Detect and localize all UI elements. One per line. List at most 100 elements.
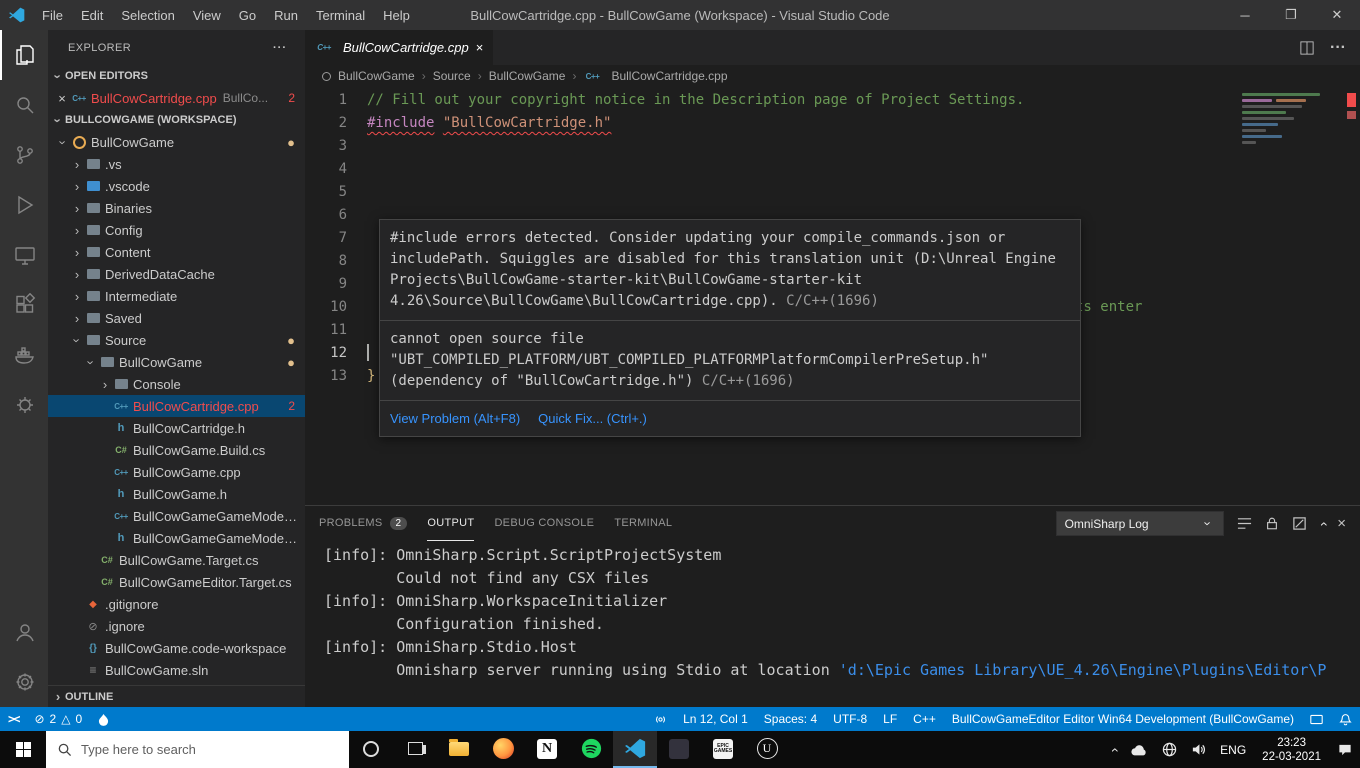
start-button[interactable] (0, 731, 46, 768)
firefox-button[interactable] (481, 731, 525, 768)
notifications-button[interactable] (1331, 707, 1360, 731)
notion-button[interactable]: N (525, 731, 569, 768)
tree-item-root[interactable]: ›BullCowGame● (48, 131, 305, 153)
lock-icon[interactable] (1265, 516, 1279, 531)
eol-sequence[interactable]: LF (875, 707, 905, 731)
tree-item[interactable]: BullCowGame.h (48, 483, 305, 505)
clear-output-icon[interactable] (1292, 516, 1307, 531)
menu-selection[interactable]: Selection (112, 0, 183, 30)
tree-item[interactable]: ›Intermediate (48, 285, 305, 307)
volume-button[interactable] (1184, 731, 1213, 768)
open-editors-section[interactable]: › OPEN EDITORS (48, 65, 305, 87)
menu-go[interactable]: Go (230, 0, 265, 30)
encoding[interactable]: UTF-8 (825, 707, 875, 731)
task-view-button[interactable] (393, 731, 437, 768)
cursor-position[interactable]: Ln 12, Col 1 (675, 707, 756, 731)
screencast-button[interactable] (1302, 707, 1331, 731)
flame-status[interactable] (90, 707, 117, 731)
onedrive-button[interactable] (1123, 731, 1155, 768)
language-mode[interactable]: C++ (905, 707, 944, 731)
minimize-button[interactable]: ─ (1222, 0, 1268, 30)
tab-debug-console[interactable]: DEBUG CONSOLE (494, 506, 594, 541)
overview-ruler[interactable] (1347, 87, 1356, 505)
taskbar-search[interactable] (46, 731, 349, 768)
activity-extensions-button[interactable] (0, 280, 48, 330)
open-editor-item[interactable]: × BullCowCartridge.cpp BullCo... 2 (48, 87, 305, 109)
more-actions-icon[interactable]: ··· (1330, 39, 1346, 57)
tree-item[interactable]: BullCowGameGameModeBa... (48, 505, 305, 527)
code-editor[interactable]: 1// Fill out your copyright notice in th… (305, 87, 1360, 505)
view-problem-link[interactable]: View Problem (Alt+F8) (390, 408, 520, 429)
activity-docker-button[interactable] (0, 330, 48, 380)
menu-help[interactable]: Help (374, 0, 419, 30)
maximize-button[interactable]: ❐ (1268, 0, 1314, 30)
problems-status[interactable]: ⊘2 △0 (26, 707, 90, 731)
tree-item[interactable]: BullCowGameEditor.Target.cs (48, 571, 305, 593)
tree-item[interactable]: BullCowGameGameModeBa... (48, 527, 305, 549)
taskbar-clock[interactable]: 23:23 22-03-2021 (1253, 736, 1330, 764)
cortana-button[interactable] (349, 731, 393, 768)
indentation[interactable]: Spaces: 4 (756, 707, 825, 731)
tree-item[interactable]: BullCowCartridge.h (48, 417, 305, 439)
close-editor-icon[interactable]: × (54, 91, 70, 106)
activity-source-control-button[interactable] (0, 130, 48, 180)
tree-item[interactable]: ›Saved (48, 307, 305, 329)
maximize-panel-icon[interactable]: › (1314, 521, 1330, 526)
tree-item[interactable]: ›Content (48, 241, 305, 263)
tree-item[interactable]: ›.vscode (48, 175, 305, 197)
broadcast-status[interactable] (646, 707, 675, 731)
output-log[interactable]: [info]: OmniSharp.Script.ScriptProjectSy… (305, 541, 1360, 707)
close-button[interactable]: ✕ (1314, 0, 1360, 30)
tree-item[interactable]: BullCowGame.Build.cs (48, 439, 305, 461)
action-center-button[interactable] (1330, 731, 1360, 768)
tree-item[interactable]: ›.vs (48, 153, 305, 175)
tree-item[interactable]: .gitignore (48, 593, 305, 615)
tab-bullcowcartridge[interactable]: BullCowCartridge.cpp × (305, 30, 493, 65)
activity-remote-explorer-button[interactable] (0, 230, 48, 280)
vscode-button[interactable] (613, 731, 657, 768)
remote-indicator[interactable]: >< (0, 707, 26, 731)
menu-edit[interactable]: Edit (72, 0, 112, 30)
explorer-actions-icon[interactable]: ··· (273, 42, 287, 54)
network-button[interactable] (1155, 731, 1184, 768)
activity-explorer-button[interactable] (0, 30, 48, 80)
tab-output[interactable]: OUTPUT (427, 506, 474, 541)
breadcrumb[interactable]: BullCowGame› Source› BullCowGame› BullCo… (305, 65, 1360, 87)
tree-item[interactable]: BullCowGame.sln (48, 659, 305, 681)
language-indicator[interactable]: ENG (1213, 731, 1253, 768)
file-explorer-button[interactable] (437, 731, 481, 768)
unreal-engine-button[interactable]: U (745, 731, 789, 768)
outline-section[interactable]: › OUTLINE (48, 685, 305, 707)
close-tab-icon[interactable]: × (476, 40, 484, 55)
menu-view[interactable]: View (184, 0, 230, 30)
activity-tools-button[interactable] (0, 380, 48, 430)
tree-item[interactable]: ›Binaries (48, 197, 305, 219)
account-button[interactable] (0, 607, 48, 657)
tree-item[interactable]: ›DerivedDataCache (48, 263, 305, 285)
tray-expand-button[interactable]: › (1104, 731, 1123, 768)
workspace-section[interactable]: › BULLCOWGAME (WORKSPACE) (48, 109, 305, 131)
tab-terminal[interactable]: TERMINAL (614, 506, 672, 541)
settings-button[interactable] (0, 657, 48, 707)
dark-app-button[interactable] (657, 731, 701, 768)
menu-terminal[interactable]: Terminal (307, 0, 374, 30)
quick-fix-link[interactable]: Quick Fix... (Ctrl+.) (538, 408, 647, 429)
close-panel-icon[interactable]: × (1337, 515, 1346, 532)
tree-item[interactable]: BullCowGame.code-workspace (48, 637, 305, 659)
tree-item[interactable]: ›Source● (48, 329, 305, 351)
output-channel-select[interactable]: OmniSharp Log › (1056, 511, 1224, 536)
spotify-button[interactable] (569, 731, 613, 768)
activity-search-button[interactable] (0, 80, 48, 130)
menu-file[interactable]: File (33, 0, 72, 30)
minimap[interactable] (1242, 93, 1338, 147)
split-editor-icon[interactable] (1300, 41, 1314, 55)
tree-item[interactable]: BullCowGame.Target.cs (48, 549, 305, 571)
tab-problems[interactable]: PROBLEMS 2 (319, 506, 407, 541)
tree-item[interactable]: ›Config (48, 219, 305, 241)
word-wrap-icon[interactable] (1237, 516, 1252, 531)
tree-item[interactable]: ›Console (48, 373, 305, 395)
tree-item[interactable]: .ignore (48, 615, 305, 637)
menu-run[interactable]: Run (265, 0, 307, 30)
tree-item[interactable]: BullCowGame.cpp (48, 461, 305, 483)
activity-run-debug-button[interactable] (0, 180, 48, 230)
